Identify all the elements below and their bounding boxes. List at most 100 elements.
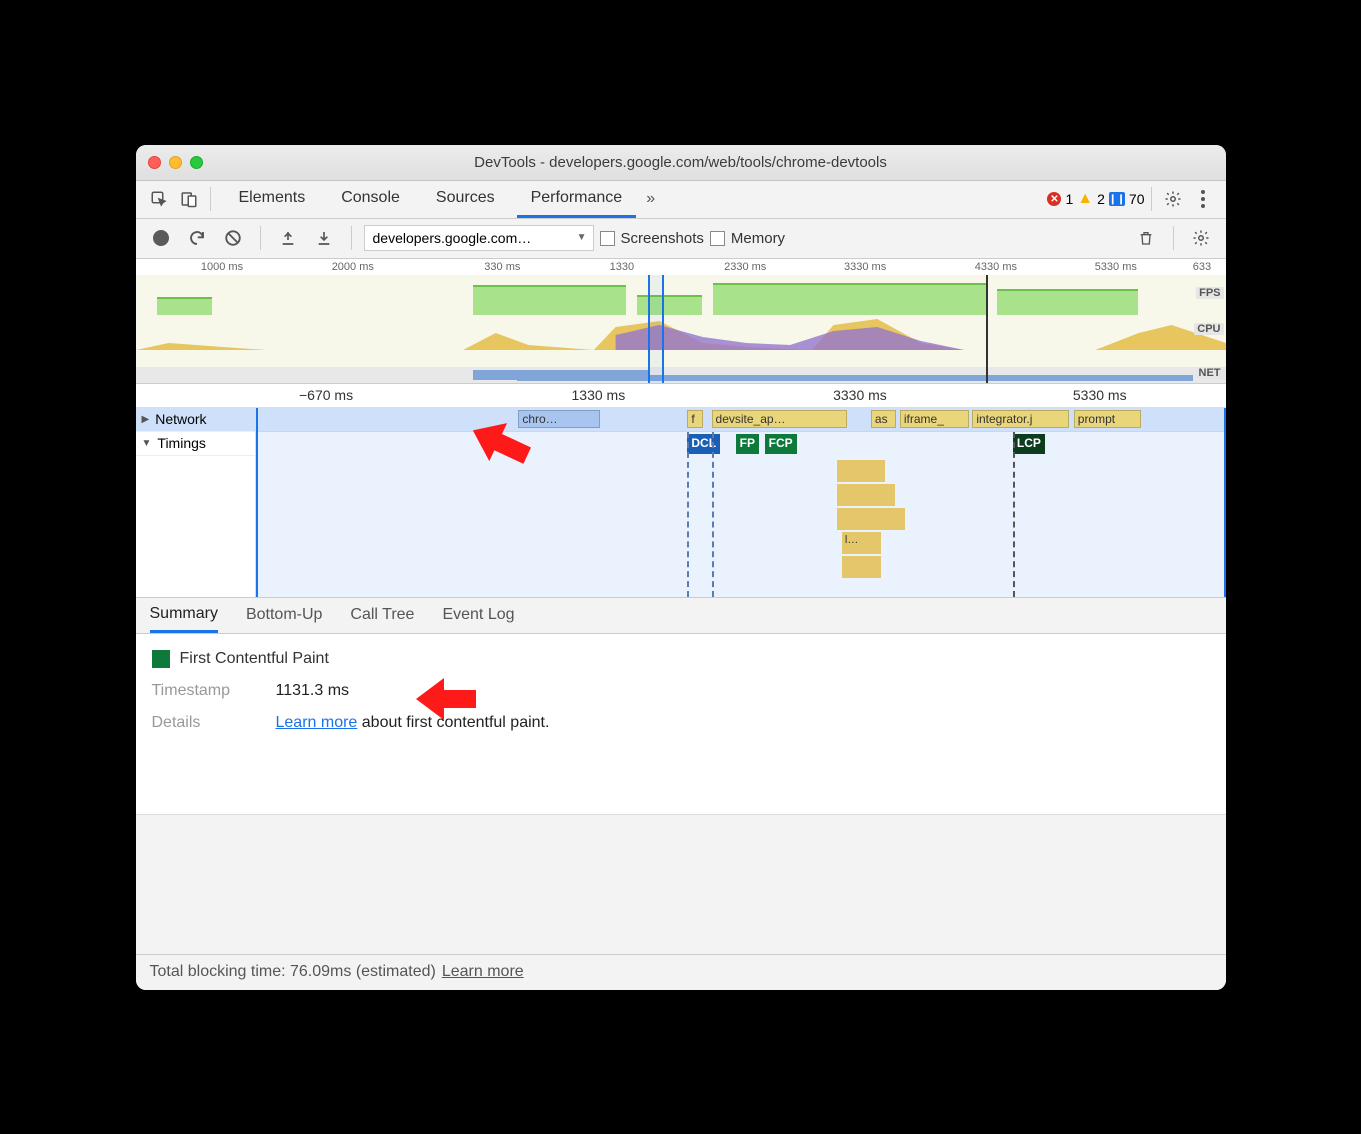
- recording-select-label: developers.google.com…: [373, 230, 532, 246]
- tab-call-tree[interactable]: Call Tree: [350, 599, 414, 631]
- fps-label: FPS: [1196, 287, 1223, 299]
- tab-sources[interactable]: Sources: [422, 181, 509, 218]
- memory-label: Memory: [731, 230, 785, 247]
- long-task[interactable]: l…: [842, 532, 881, 554]
- network-track-label: Network: [155, 411, 206, 427]
- more-menu-icon[interactable]: [1188, 184, 1218, 214]
- track-body[interactable]: chro… f devsite_ap… as iframe_ integrato…: [256, 408, 1226, 597]
- divider: [260, 226, 261, 250]
- divider: [351, 226, 352, 250]
- ruler-tick: −670 ms: [299, 387, 353, 403]
- net-lane: NET: [136, 367, 1226, 383]
- empty-area: [136, 814, 1226, 954]
- footer-bar: Total blocking time: 76.09ms (estimated)…: [136, 954, 1226, 990]
- device-toolbar-icon[interactable]: [174, 184, 204, 214]
- message-count: 70: [1129, 191, 1145, 207]
- memory-checkbox[interactable]: Memory: [710, 230, 785, 247]
- save-profile-icon[interactable]: [309, 223, 339, 253]
- details-label: Details: [152, 714, 252, 732]
- load-profile-icon[interactable]: [273, 223, 303, 253]
- more-tabs-button[interactable]: »: [636, 190, 665, 208]
- fps-lane: FPS: [136, 275, 1226, 315]
- tab-performance[interactable]: Performance: [517, 181, 637, 218]
- reload-record-button[interactable]: [182, 223, 212, 253]
- devtools-window: DevTools - developers.google.com/web/too…: [136, 145, 1226, 990]
- marker-line: [687, 432, 689, 597]
- network-request[interactable]: iframe_: [900, 410, 970, 428]
- time-marker: [986, 275, 988, 383]
- blocking-time-text: Total blocking time: 76.09ms (estimated): [150, 963, 436, 981]
- titlebar: DevTools - developers.google.com/web/too…: [136, 145, 1226, 181]
- network-request[interactable]: f: [687, 410, 702, 428]
- ruler-tick: 5330 ms: [1073, 387, 1127, 403]
- timings-track-header[interactable]: ▼ Timings: [136, 432, 255, 456]
- net-label: NET: [1196, 367, 1224, 379]
- track-sidebar: ▶ Network ▼ Timings: [136, 408, 256, 597]
- timing-fcp[interactable]: FCP: [765, 434, 797, 454]
- settings-icon[interactable]: [1158, 184, 1188, 214]
- screenshots-checkbox[interactable]: Screenshots: [600, 230, 704, 247]
- network-request[interactable]: as: [871, 410, 896, 428]
- long-task[interactable]: [842, 556, 881, 578]
- long-task[interactable]: [837, 508, 905, 530]
- tracks-ruler[interactable]: −670 ms 1330 ms 3330 ms 5330 ms: [136, 384, 1226, 408]
- network-request[interactable]: prompt: [1074, 410, 1142, 428]
- ruler-tick: 2330 ms: [724, 261, 766, 273]
- cpu-label: CPU: [1194, 323, 1223, 335]
- overview-panel[interactable]: 1000 ms 2000 ms 330 ms 1330 2330 ms 3330…: [136, 259, 1226, 384]
- ruler-tick: 1330 ms: [572, 387, 626, 403]
- event-color-swatch: [152, 650, 170, 668]
- ruler-tick: 1000 ms: [201, 261, 243, 273]
- divider: [210, 187, 211, 211]
- console-status[interactable]: ✕ 1 ▲ 2 ❙❙ 70: [1047, 190, 1144, 208]
- warning-icon: ▲: [1077, 190, 1093, 208]
- event-title: First Contentful Paint: [180, 650, 329, 668]
- tab-event-log[interactable]: Event Log: [442, 599, 514, 631]
- divider: [1151, 187, 1152, 211]
- checkbox-icon: [600, 231, 615, 246]
- tab-console[interactable]: Console: [327, 181, 414, 218]
- window-title: DevTools - developers.google.com/web/too…: [136, 154, 1226, 171]
- inspect-element-icon[interactable]: [144, 184, 174, 214]
- recording-select[interactable]: developers.google.com…: [364, 225, 594, 251]
- chevron-down-icon: ▼: [142, 438, 152, 449]
- timestamp-label: Timestamp: [152, 682, 252, 700]
- timestamp-value: 1131.3 ms: [276, 682, 350, 700]
- long-task[interactable]: [837, 460, 885, 482]
- tracks-panel: ▶ Network ▼ Timings chro… f devsite_ap… …: [136, 408, 1226, 598]
- ruler-tick: 4330 ms: [975, 261, 1017, 273]
- screenshots-label: Screenshots: [621, 230, 704, 247]
- selection-range[interactable]: [648, 275, 664, 383]
- network-request[interactable]: devsite_ap…: [712, 410, 847, 428]
- network-track-header[interactable]: ▶ Network: [136, 408, 255, 432]
- record-button[interactable]: [146, 223, 176, 253]
- message-icon: ❙❙: [1109, 192, 1125, 206]
- marker-line: [712, 432, 714, 597]
- performance-toolbar: developers.google.com… Screenshots Memor…: [136, 219, 1226, 259]
- overview-body[interactable]: FPS CPU NET: [136, 275, 1226, 383]
- devtools-tabbar: Elements Console Sources Performance » ✕…: [136, 181, 1226, 219]
- error-count: 1: [1065, 191, 1073, 207]
- tab-summary[interactable]: Summary: [150, 598, 218, 633]
- tab-bottom-up[interactable]: Bottom-Up: [246, 599, 322, 631]
- checkbox-icon: [710, 231, 725, 246]
- tab-elements[interactable]: Elements: [225, 181, 320, 218]
- footer-learn-more-link[interactable]: Learn more: [442, 963, 524, 981]
- summary-panel: First Contentful Paint Timestamp 1131.3 …: [136, 634, 1226, 814]
- network-request[interactable]: integrator.j: [972, 410, 1069, 428]
- learn-more-link[interactable]: Learn more: [276, 714, 358, 731]
- clear-button[interactable]: [218, 223, 248, 253]
- chevron-right-icon: ▶: [142, 414, 150, 425]
- long-task[interactable]: [837, 484, 895, 506]
- ruler-tick: 330 ms: [484, 261, 520, 273]
- ruler-tick: 3330 ms: [844, 261, 886, 273]
- overview-ruler: 1000 ms 2000 ms 330 ms 1330 2330 ms 3330…: [136, 259, 1226, 275]
- timing-fp[interactable]: FP: [736, 434, 759, 454]
- network-request[interactable]: chro…: [518, 410, 600, 428]
- timing-dcl[interactable]: DCL: [687, 434, 720, 454]
- error-icon: ✕: [1047, 192, 1061, 206]
- capture-settings-icon[interactable]: [1186, 223, 1216, 253]
- collect-garbage-icon[interactable]: [1131, 223, 1161, 253]
- timing-lcp[interactable]: LCP: [1013, 434, 1045, 454]
- ruler-tick: 3330 ms: [833, 387, 887, 403]
